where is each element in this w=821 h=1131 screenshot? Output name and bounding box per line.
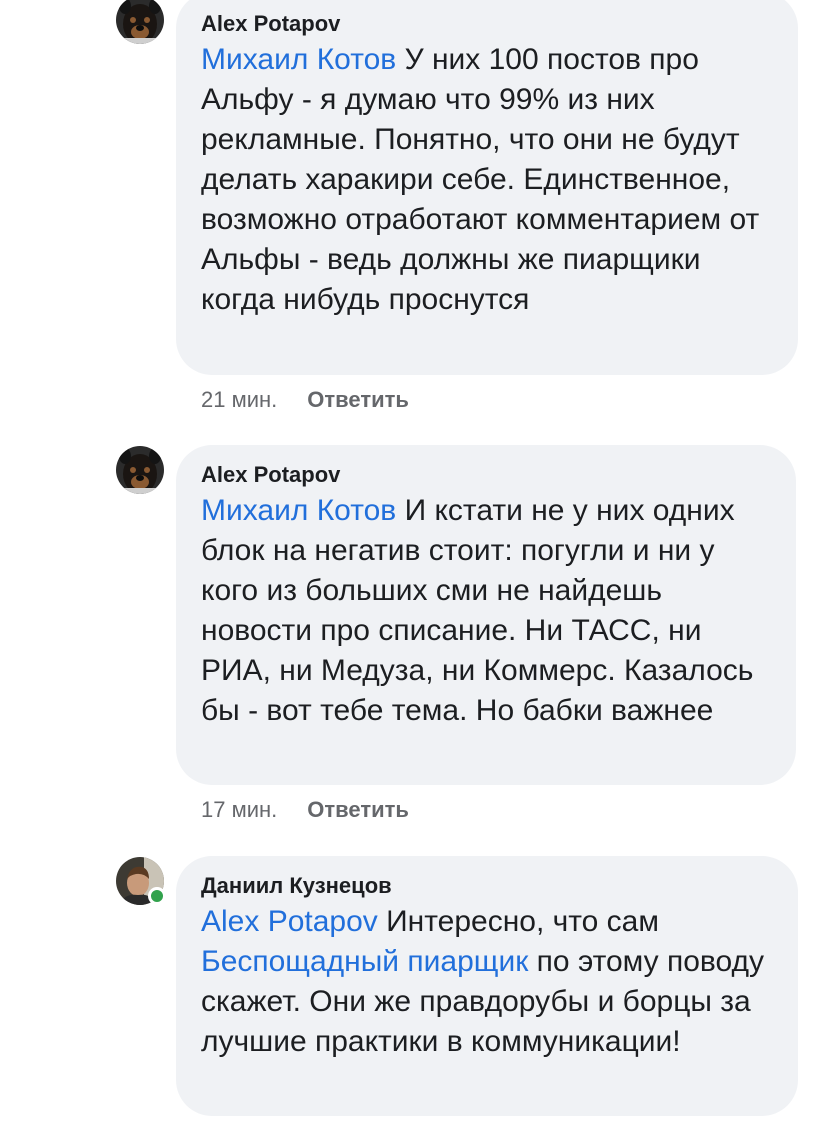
- rottweiler-avatar-icon: [116, 446, 164, 494]
- reply-button[interactable]: Ответить: [307, 797, 409, 822]
- avatar[interactable]: [116, 446, 164, 494]
- reply-button[interactable]: Ответить: [307, 387, 409, 412]
- comment-body: И кстати не у них одних блок на негатив …: [201, 494, 762, 727]
- mention-link[interactable]: Беспощадный пиарщик: [201, 945, 528, 978]
- avatar[interactable]: [116, 857, 166, 905]
- comment-timestamp[interactable]: 21 мин.: [201, 387, 277, 412]
- comment-timestamp[interactable]: 17 мин.: [201, 797, 277, 822]
- comment-meta: 21 мин. Ответить: [201, 386, 409, 414]
- comment-text: Alex Potapov Интересно, что сам Беспощад…: [201, 902, 774, 1062]
- mention-link[interactable]: Михаил Котов: [201, 43, 396, 76]
- comment-meta: 17 мин. Ответить: [201, 796, 409, 824]
- comment-bubble: Alex Potapov Михаил Котов И кстати не у …: [176, 445, 796, 785]
- comment-bubble: Даниил Кузнецов Alex Potapov Интересно, …: [176, 856, 798, 1116]
- comment-text: Михаил Котов У них 100 постов про Альфу …: [201, 40, 774, 320]
- avatar[interactable]: [116, 0, 164, 44]
- comment-text: Михаил Котов И кстати не у них одних бло…: [201, 491, 772, 731]
- mention-link[interactable]: Михаил Котов: [201, 494, 396, 527]
- comment-body: Интересно, что сам: [377, 905, 668, 938]
- online-status-dot-icon: [148, 887, 166, 905]
- comment-author[interactable]: Alex Potapov: [201, 10, 774, 38]
- comment-bubble: Alex Potapov Михаил Котов У них 100 пост…: [176, 0, 798, 375]
- comment-author[interactable]: Даниил Кузнецов: [201, 872, 774, 900]
- rottweiler-avatar-icon: [116, 0, 164, 44]
- comment-body: У них 100 постов про Альфу - я думаю что…: [201, 43, 768, 316]
- comment-author[interactable]: Alex Potapov: [201, 461, 772, 489]
- mention-link[interactable]: Alex Potapov: [201, 905, 378, 938]
